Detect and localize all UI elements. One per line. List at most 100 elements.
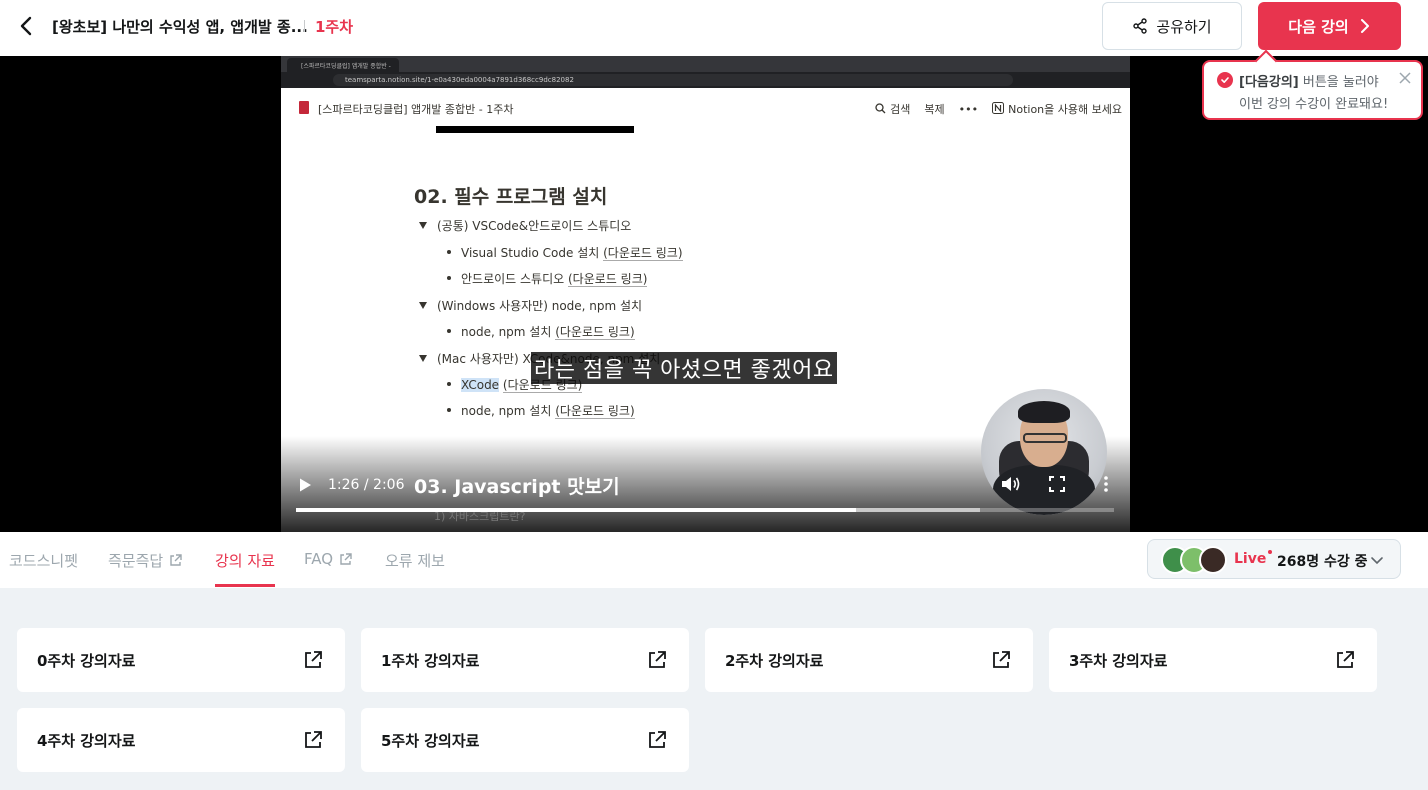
presenter-glasses xyxy=(1023,433,1067,443)
bullet-icon xyxy=(447,276,451,280)
live-viewers-pill[interactable]: Live 268명 수강 중 xyxy=(1147,539,1401,579)
external-link-icon xyxy=(649,731,666,748)
tab-error-report[interactable]: 오류 제보 xyxy=(385,550,445,571)
material-label: 3주차 강의자료 xyxy=(1069,652,1168,670)
more-dots-icon: ••• xyxy=(958,102,979,116)
doc-toggle-item: (Windows 사용자만) node, npm 설치 xyxy=(419,297,642,314)
material-card-week-5[interactable]: 5주차 강의자료 xyxy=(361,708,689,772)
doc-text: (Windows 사용자만) node, npm 설치 xyxy=(437,299,643,313)
material-label: 5주차 강의자료 xyxy=(381,732,480,750)
avatar xyxy=(1199,546,1227,574)
book-icon xyxy=(299,101,309,114)
doc-text: node, npm 설치 xyxy=(461,325,556,339)
tab-label: FAQ xyxy=(304,550,334,568)
tab-label: 즉문즉답 xyxy=(108,552,164,570)
header: [왕초보] 나만의 수익성 앱, 앱개발 종... 1주차 공유하기 다음 강의 xyxy=(0,0,1428,56)
tooltip-line-2: 이번 강의 수강이 완료돼요! xyxy=(1239,97,1389,112)
recorded-browser-tab: [스파르타코딩클럽] 앱개발 종합반 - xyxy=(287,58,399,72)
doc-link: (다운로드 링크) xyxy=(568,272,648,287)
toggle-triangle-icon xyxy=(419,302,427,309)
tab-faq[interactable]: FAQ xyxy=(304,550,352,568)
lecture-tabs: 코드스니펫 즉문즉답 강의 자료 FAQ 오류 제보 Live 268명 수강 … xyxy=(0,532,1428,588)
presenter-hair xyxy=(1018,401,1070,423)
tooltip-line-1: [다음강의] 버튼을 눌러야 xyxy=(1239,71,1379,90)
doc-text: node, npm 설치 xyxy=(461,404,556,418)
close-icon[interactable] xyxy=(1399,72,1411,84)
doc-bullet-item: Visual Studio Code 설치 (다운로드 링크) xyxy=(447,244,683,261)
doc-link: (다운로드 링크) xyxy=(603,246,683,261)
notion-topbar: [스파르타코딩클럽] 앱개발 종합반 - 1주차 검색 복제 ••• Notio… xyxy=(281,88,1130,128)
bullet-icon xyxy=(447,382,451,386)
material-card-week-2[interactable]: 2주차 강의자료 xyxy=(705,628,1033,692)
tab-code-snippet[interactable]: 코드스니펫 xyxy=(9,550,78,571)
notion-cta-label: Notion을 사용해 보세요 xyxy=(1008,103,1122,116)
material-label: 0주차 강의자료 xyxy=(37,652,136,670)
title-divider xyxy=(304,20,305,32)
material-card-week-0[interactable]: 0주차 강의자료 xyxy=(17,628,345,692)
more-vertical-icon[interactable] xyxy=(1101,475,1111,493)
section-heading: 02. 필수 프로그램 설치 xyxy=(414,186,608,208)
tab-label: 오류 제보 xyxy=(385,552,445,570)
notion-duplicate: 복제 xyxy=(924,103,945,116)
share-button[interactable]: 공유하기 xyxy=(1102,2,1242,50)
external-link-icon xyxy=(170,554,182,566)
tooltip-emphasis: [다음강의] xyxy=(1239,75,1299,90)
external-link-icon xyxy=(649,651,666,668)
recorded-url: teamsparta.notion.site/1-e0a430eda0004a7… xyxy=(333,74,1013,86)
doc-bullet-item: node, npm 설치 (다운로드 링크) xyxy=(447,402,635,419)
tooltip-line-1-rest: 버튼을 눌러야 xyxy=(1298,75,1379,90)
doc-bullet-item: node, npm 설치 (다운로드 링크) xyxy=(447,323,635,340)
course-title: [왕초보] 나만의 수익성 앱, 앱개발 종... xyxy=(52,18,308,36)
notion-search-label: 검색 xyxy=(890,103,911,116)
doc-image-strip xyxy=(436,126,634,133)
search-icon xyxy=(875,103,886,114)
external-link-icon xyxy=(993,651,1010,668)
next-section-heading: 03. Javascript 맛보기 xyxy=(414,476,620,498)
live-label: Live xyxy=(1234,551,1267,567)
bullet-icon xyxy=(447,408,451,412)
video-player[interactable]: [스파르타코딩클럽] 앱개발 종합반 - teamsparta.notion.s… xyxy=(281,56,1130,532)
video-progress-bar[interactable] xyxy=(296,508,1114,512)
notion-tools: 검색 복제 ••• Notion을 사용해 보세요 xyxy=(875,101,1122,117)
back-button[interactable] xyxy=(12,12,40,40)
material-label: 1주차 강의자료 xyxy=(381,652,480,670)
recorded-browser-tabbar: [스파르타코딩클럽] 앱개발 종합반 - xyxy=(281,56,1130,72)
material-card-week-1[interactable]: 1주차 강의자료 xyxy=(361,628,689,692)
presenter-webcam xyxy=(981,389,1107,515)
next-lecture-label: 다음 강의 xyxy=(1288,17,1349,36)
materials-panel: 0주차 강의자료 1주차 강의자료 2주차 강의자료 3주차 강의자료 4주차 … xyxy=(0,588,1428,790)
next-lecture-tooltip: [다음강의] 버튼을 눌러야 이번 강의 수강이 완료돼요! xyxy=(1202,60,1423,120)
external-link-icon xyxy=(305,651,322,668)
doc-toggle-item: (공통) VSCode&안드로이드 스튜디오 xyxy=(419,217,631,234)
notion-search: 검색 xyxy=(875,101,910,117)
tab-qna[interactable]: 즉문즉답 xyxy=(108,550,182,571)
doc-link: (다운로드 링크) xyxy=(555,325,635,340)
tab-materials[interactable]: 강의 자료 xyxy=(215,550,275,571)
next-lecture-button[interactable]: 다음 강의 xyxy=(1258,2,1401,50)
external-link-icon xyxy=(340,552,352,565)
fullscreen-icon[interactable] xyxy=(1049,476,1065,492)
share-icon xyxy=(1133,18,1148,34)
video-area: [스파르타코딩클럽] 앱개발 종합반 - teamsparta.notion.s… xyxy=(0,56,1428,532)
video-time: 1:26 / 2:06 xyxy=(328,477,405,493)
toggle-triangle-icon xyxy=(419,222,427,229)
doc-bullet-item: 안드로이드 스튜디오 (다운로드 링크) xyxy=(447,270,648,287)
material-card-week-4[interactable]: 4주차 강의자료 xyxy=(17,708,345,772)
share-label: 공유하기 xyxy=(1156,17,1212,36)
material-label: 4주차 강의자료 xyxy=(37,732,136,750)
progress-played xyxy=(296,508,857,512)
bullet-icon xyxy=(447,329,451,333)
volume-icon[interactable] xyxy=(1001,475,1021,493)
external-link-icon xyxy=(1337,651,1354,668)
week-label: 1주차 xyxy=(315,18,354,36)
bullet-icon xyxy=(447,250,451,254)
active-tab-underline xyxy=(215,584,275,587)
chevron-right-icon xyxy=(1360,19,1369,33)
notion-logo-icon xyxy=(992,102,1005,114)
live-count: 268명 수강 중 xyxy=(1277,554,1368,570)
live-dot xyxy=(1268,550,1272,554)
play-icon[interactable] xyxy=(297,477,313,493)
doc-link: (다운로드 링크) xyxy=(555,404,635,419)
material-card-week-3[interactable]: 3주차 강의자료 xyxy=(1049,628,1377,692)
doc-highlight: XCode xyxy=(461,378,500,392)
